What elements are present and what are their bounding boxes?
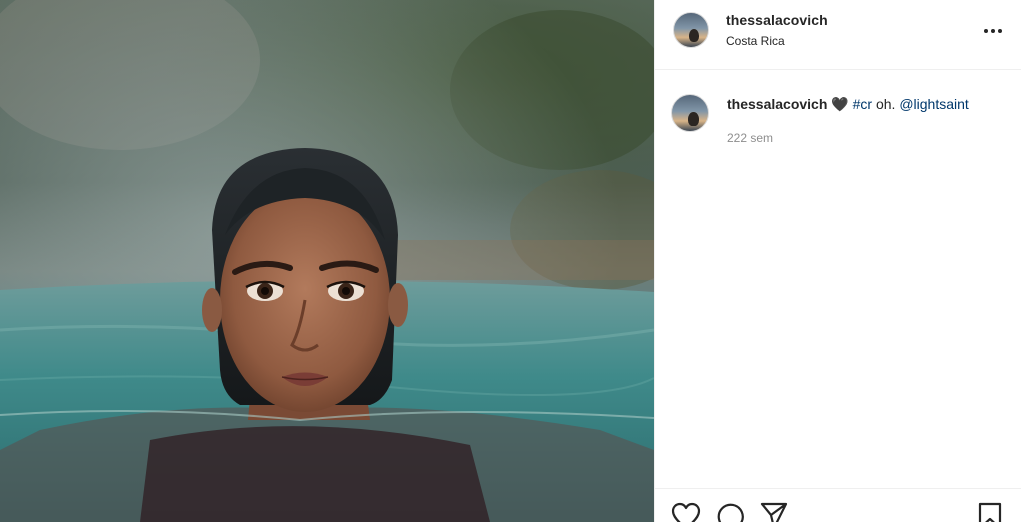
more-options-icon[interactable] — [983, 25, 1003, 37]
post-modal: thessalacovich Costa Rica thessalacovich… — [0, 0, 1021, 522]
action-bar — [655, 488, 1021, 522]
location-link[interactable]: Costa Rica — [726, 34, 785, 48]
photo-image — [0, 0, 654, 522]
post-side-panel: thessalacovich Costa Rica thessalacovich… — [654, 0, 1021, 522]
caption-avatar[interactable] — [671, 94, 709, 132]
post-timestamp[interactable]: 222 sem — [727, 131, 773, 145]
mention-link[interactable]: @lightsaint — [899, 96, 968, 112]
header-username[interactable]: thessalacovich — [726, 12, 828, 28]
heart-emoji: 🖤 — [831, 96, 849, 112]
post-header: thessalacovich Costa Rica — [655, 0, 1021, 70]
avatar-silhouette — [688, 111, 699, 126]
share-icon[interactable] — [759, 501, 789, 522]
avatar-silhouette — [689, 28, 700, 43]
caption: thessalacovich 🖤 #cr oh. @lightsaint — [727, 96, 969, 113]
bookmark-icon[interactable] — [975, 501, 1005, 522]
caption-text: oh. — [872, 96, 900, 112]
comment-icon[interactable] — [715, 501, 745, 522]
heart-icon[interactable] — [671, 501, 701, 522]
caption-username[interactable]: thessalacovich — [727, 96, 827, 112]
hashtag-link[interactable]: #cr — [853, 96, 872, 112]
post-photo[interactable] — [0, 0, 654, 522]
profile-avatar[interactable] — [673, 12, 709, 48]
